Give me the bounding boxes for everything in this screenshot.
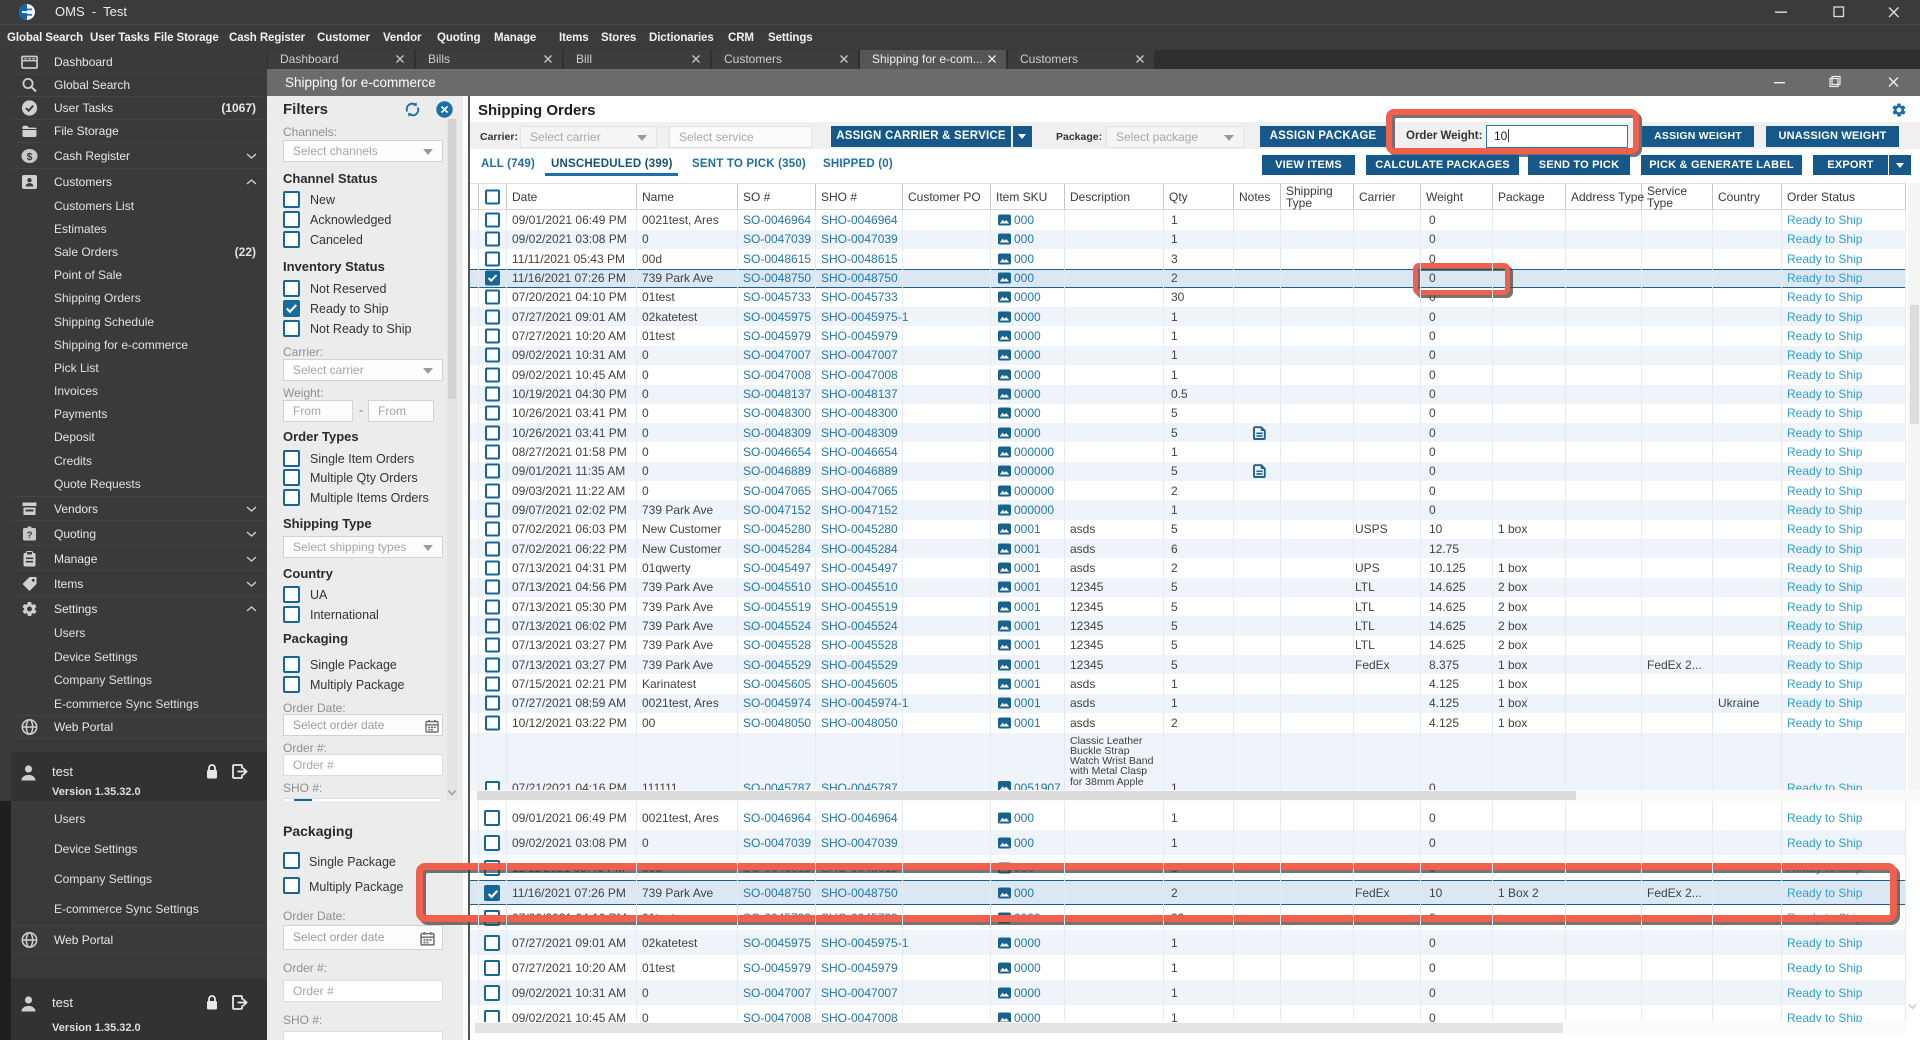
svg-text:$: $ — [27, 150, 33, 162]
svg-text:?: ? — [27, 530, 33, 541]
